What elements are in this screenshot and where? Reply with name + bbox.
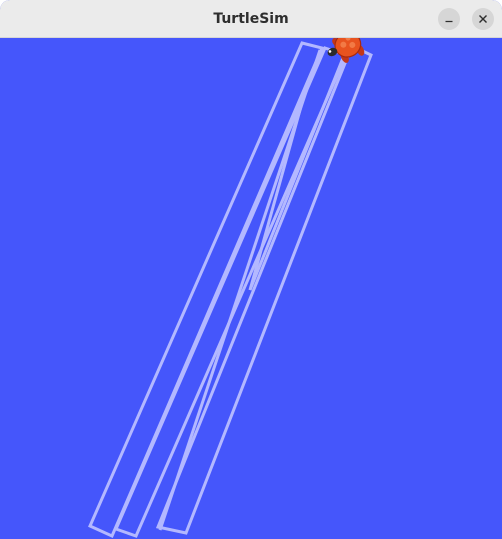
close-button[interactable]	[472, 8, 494, 30]
turtlesim-window: TurtleSim	[0, 0, 502, 539]
close-icon	[479, 15, 487, 23]
pen-trail-rectangle-3	[155, 43, 373, 535]
pen-trail-rectangle-1	[88, 41, 325, 538]
pen-trail-rectangle-2	[113, 46, 349, 538]
pen-trail-stroke-3	[248, 91, 307, 291]
window-title: TurtleSim	[213, 11, 289, 27]
minimize-icon	[445, 20, 453, 23]
drawing-area	[88, 38, 373, 538]
pen-trail-stroke-2	[248, 52, 347, 291]
title-bar[interactable]: TurtleSim	[0, 0, 502, 38]
turtle-canvas	[0, 38, 502, 539]
minimize-button[interactable]	[438, 8, 460, 30]
